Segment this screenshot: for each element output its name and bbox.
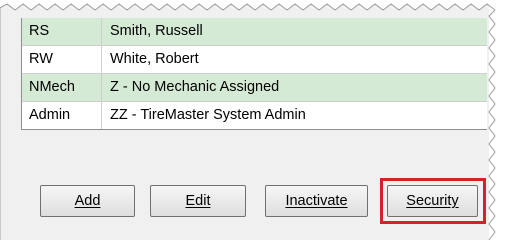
inactivate-button-label: Inactivate xyxy=(285,193,348,209)
table-row[interactable]: Admin ZZ - TireMaster System Admin xyxy=(22,102,487,129)
user-name-cell: White, Robert xyxy=(110,51,199,67)
security-highlight-box xyxy=(380,178,486,224)
torn-right-edge xyxy=(489,0,507,240)
table-row[interactable]: RS Smith, Russell xyxy=(22,18,487,46)
edit-button-label: Edit xyxy=(185,193,211,209)
table-row[interactable]: NMech Z - No Mechanic Assigned xyxy=(22,74,487,102)
table-row[interactable]: RW White, Robert xyxy=(22,46,487,74)
screenshot-canvas: RS Smith, Russell RW White, Robert NMech… xyxy=(0,0,507,240)
user-code-cell: NMech xyxy=(22,74,102,101)
user-name-cell: Z - No Mechanic Assigned xyxy=(110,79,280,95)
user-list-window: RS Smith, Russell RW White, Robert NMech… xyxy=(0,0,489,240)
user-name-cell: Smith, Russell xyxy=(110,23,203,39)
user-code-cell: Admin xyxy=(22,102,102,129)
user-code-cell: RW xyxy=(22,46,102,73)
add-button[interactable]: Add xyxy=(40,185,135,217)
user-code-cell: RS xyxy=(22,18,102,45)
edit-button[interactable]: Edit xyxy=(150,185,246,217)
user-name-cell: ZZ - TireMaster System Admin xyxy=(110,107,306,123)
torn-right-shadow xyxy=(488,9,496,240)
inactivate-button[interactable]: Inactivate xyxy=(265,185,368,217)
users-table: RS Smith, Russell RW White, Robert NMech… xyxy=(21,18,487,130)
add-button-label: Add xyxy=(74,193,101,209)
